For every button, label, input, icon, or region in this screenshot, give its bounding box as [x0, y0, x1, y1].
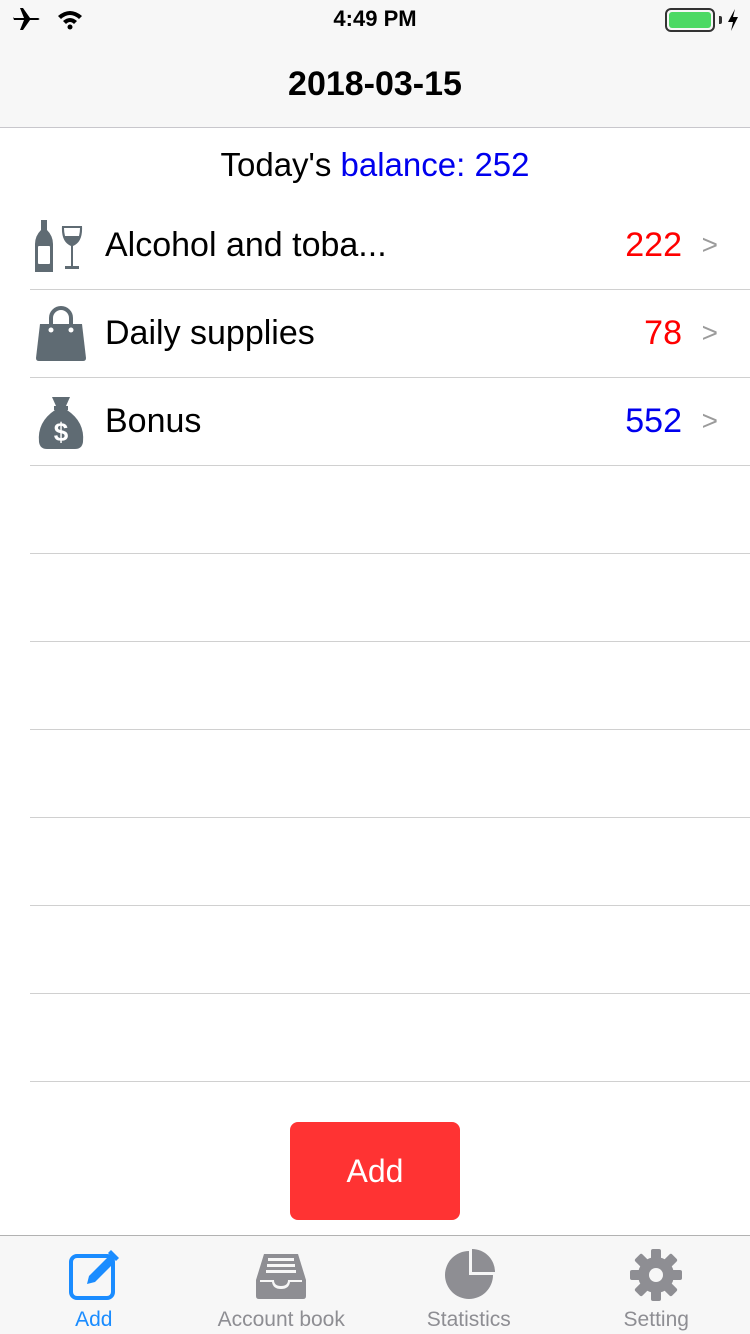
navigation-bar: 2018-03-15 [0, 40, 750, 128]
empty-row [30, 994, 750, 1082]
tab-setting[interactable]: Setting [563, 1236, 750, 1334]
battery-tip [719, 16, 722, 24]
entry-amount: 552 [625, 402, 682, 440]
list-item[interactable]: Alcohol and toba... 222 > [30, 202, 750, 290]
tab-label: Account book [217, 1308, 345, 1331]
tab-add[interactable]: Add [0, 1236, 188, 1334]
inbox-tray-icon [256, 1254, 307, 1299]
tab-statistics[interactable]: Statistics [375, 1236, 563, 1334]
chevron-right-icon: > [701, 229, 718, 260]
entry-label: Alcohol and toba... [105, 226, 387, 264]
add-button[interactable]: Add [290, 1122, 460, 1220]
tab-label: Setting [623, 1308, 689, 1331]
empty-row [30, 730, 750, 818]
entry-label: Daily supplies [105, 314, 315, 352]
money-bag-icon: $ [38, 397, 84, 449]
list-item[interactable]: $ Bonus 552 > [30, 378, 750, 466]
svg-text:$: $ [54, 417, 69, 447]
empty-row [30, 818, 750, 906]
status-time: 4:49 PM [333, 6, 417, 31]
entry-label: Bonus [105, 402, 202, 440]
entries-list: Alcohol and toba... 222 > Daily supplies… [0, 202, 750, 1082]
today-balance: Today's balance: 252 [0, 128, 750, 202]
empty-row [30, 906, 750, 994]
balance-value: balance: 252 [340, 146, 530, 183]
tab-bar: Add Account book Statistics Setting [0, 1235, 750, 1334]
battery-icon [665, 8, 715, 32]
gear-icon [630, 1249, 683, 1301]
list-item[interactable]: Daily supplies 78 > [30, 290, 750, 378]
empty-row [30, 642, 750, 730]
tab-account-book[interactable]: Account book [188, 1236, 376, 1334]
battery-fill [669, 12, 711, 28]
empty-row [30, 466, 750, 554]
entry-amount: 78 [644, 314, 682, 352]
pie-chart-icon [444, 1249, 495, 1299]
entry-amount: 222 [625, 226, 682, 264]
balance-prefix: Today's [220, 146, 341, 183]
edit-icon [68, 1250, 119, 1300]
charging-bolt-icon [728, 9, 738, 31]
status-bar: 4:49 PM [0, 0, 750, 40]
page-title: 2018-03-15 [288, 65, 462, 103]
tab-label: Statistics [426, 1308, 511, 1331]
shopping-bag-icon [36, 306, 86, 361]
chevron-right-icon: > [701, 317, 718, 348]
empty-row [30, 554, 750, 642]
wine-bottle-icon [35, 220, 83, 272]
tab-label: Add [75, 1308, 113, 1331]
chevron-right-icon: > [701, 405, 718, 436]
status-right [665, 8, 740, 32]
